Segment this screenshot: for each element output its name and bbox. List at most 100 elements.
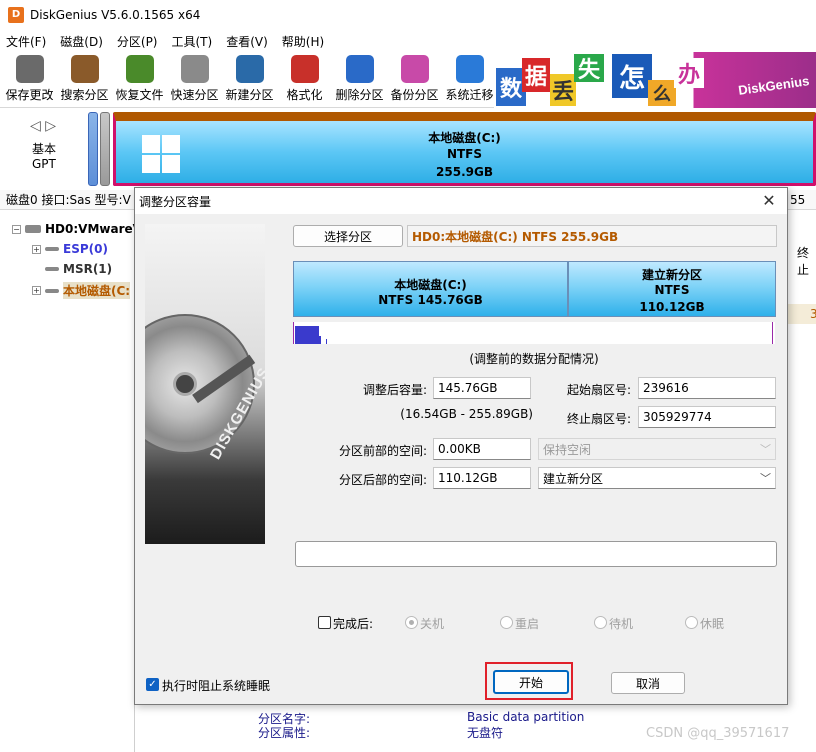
size-input[interactable]: 145.76GB [433,377,531,399]
radio-standby[interactable] [594,616,607,629]
radio-shutdown[interactable] [405,616,418,629]
partition-bar-new[interactable]: 建立新分区 NTFS 110.12GB [568,261,776,317]
selected-partition-path: HD0:本地磁盘(C:) NTFS 255.9GB [407,225,777,247]
space-after-input[interactable]: 110.12GB [433,467,531,489]
backup-icon [400,55,429,83]
disk-nav-arrows-icon[interactable]: ◁ ▷ [30,118,56,134]
distribution-caption: (调整前的数据分配情况) [469,352,599,366]
partition-c-fs: NTFS [446,147,483,161]
select-partition-button[interactable]: 选择分区 [293,225,403,247]
cancel-button[interactable]: 取消 [611,672,685,694]
disk-info-right: 55 [790,192,806,207]
disk-type-label: 基本 [32,142,57,156]
partition-c-size: 255.9GB [436,165,493,179]
format-icon [290,55,319,83]
close-icon[interactable]: ✕ [759,191,779,211]
prevent-sleep-label: 执行时阻止系统睡眠 [162,679,271,693]
selected-row[interactable]: 3 [786,304,816,324]
toolbar-button-3[interactable]: 快速分区 [167,52,222,106]
after-complete-label: 完成后: [333,617,374,631]
menu-view[interactable]: 查看(V) [226,33,268,50]
toolbar-button-label: 系统迁移 [445,88,494,102]
menu-file[interactable]: 文件(F) [6,33,46,50]
menu-help[interactable]: 帮助(H) [282,33,324,50]
tree-item-c[interactable]: + 本地磁盘(C: [32,282,131,299]
start-sector-label: 起始扇区号: [566,383,631,397]
collapse-icon[interactable]: − [12,224,21,234]
tree-item-msr[interactable]: MSR(1) [45,262,112,276]
chevron-down-icon: ﹀ [760,443,771,456]
toolbar-button-4[interactable]: 新建分区 [222,52,277,106]
banner-tile: 据 [522,58,550,92]
disk-info-text: 磁盘0 接口:Sas 型号:V [6,193,131,207]
toolbar-button-2[interactable]: 恢复文件 [112,52,167,106]
tree-item-label: MSR(1) [63,262,113,276]
prevent-sleep-checkbox[interactable]: ✓ [146,678,159,691]
menubar: 文件(F) 磁盘(D) 分区(P) 工具(T) 查看(V) 帮助(H) [0,30,816,52]
tree-disk-node[interactable]: − HD0:VMwareV [12,222,142,236]
size-label: 调整后容量: [362,383,427,397]
menu-tools[interactable]: 工具(T) [172,33,213,50]
column-header-end: 终止 [797,246,810,277]
radio-hibernate[interactable] [685,616,698,629]
banner-tile: 办 [674,58,704,88]
toolbar-button-label: 快速分区 [170,88,219,102]
toolbar-button-label: 新建分区 [225,88,274,102]
toolbar-button-label: 搜索分区 [60,88,109,102]
start-sector-input[interactable]: 239616 [638,377,776,399]
partition-bar-size: 110.12GB [639,300,705,314]
progress-bar [295,541,777,567]
toolbar-button-label: 保存更改 [5,88,54,102]
toolbar-button-7[interactable]: 备份分区 [387,52,442,106]
ad-banner[interactable]: 数 据 丢 失 怎 么 办 DiskGenius [494,52,816,108]
toolbar-button-5[interactable]: 格式化 [277,52,332,106]
radio-restart[interactable] [500,616,513,629]
partition-bar-name: 建立新分区 [641,268,702,282]
after-complete-checkbox[interactable] [318,616,331,629]
toolbar-button-label: 格式化 [286,88,323,102]
diskgenius-logo-icon: D [8,7,24,23]
partition-table-peek: 终止 3 [786,216,816,616]
menu-disk[interactable]: 磁盘(D) [60,33,103,50]
banner-brand: DiskGenius [737,73,811,98]
partition-c-bar[interactable]: 本地磁盘(C:) NTFS 255.9GB [113,112,816,186]
esp-partition-bar[interactable] [88,112,98,186]
recover-box-icon [125,55,154,83]
banner-tile: 怎 [612,54,652,98]
resize-partition-dialog: 调整分区容量 ✕ DISKGENIUS 选择分区 HD0:本地磁盘(C:) NT… [134,187,788,705]
hard-drive-illustration: DISKGENIUS [145,224,265,544]
dialog-titlebar: 调整分区容量 ✕ [135,188,787,214]
tree-disk-label: HD0:VMwareV [45,222,142,236]
detail-value: Basic data partition [467,710,585,724]
toolbar-button-6[interactable]: 删除分区 [332,52,387,106]
watermark: CSDN @qq_39571617 [646,726,790,741]
expand-icon[interactable]: + [32,286,41,295]
end-sector-input[interactable]: 305929774 [638,406,776,428]
end-sector-label: 终止扇区号: [566,412,631,426]
partition-icon [45,288,59,293]
detail-value: 无盘符 [467,726,504,740]
space-before-input[interactable]: 0.00KB [433,438,531,460]
partition-icon [45,247,59,251]
banner-tile: 么 [648,80,676,106]
toolbar-button-1[interactable]: 搜索分区 [57,52,112,106]
dialog-title: 调整分区容量 [139,194,212,209]
toolbar-button-0[interactable]: 保存更改 [2,52,57,106]
toolbar-button-8[interactable]: 系统迁移 [442,52,497,106]
banner-tile: 丢 [550,74,576,106]
toolbar-button-label: 删除分区 [335,88,384,102]
quick-partition-icon [180,55,209,83]
data-distribution-graph [293,322,775,344]
banner-tile: 失 [574,54,604,83]
partition-bar-c[interactable]: 本地磁盘(C:) NTFS 145.76GB [293,261,568,317]
tree-item-esp[interactable]: + ESP(0) [32,242,108,256]
start-button[interactable]: 开始 [493,670,569,694]
msr-partition-bar[interactable] [100,112,110,186]
radio-label: 关机 [420,617,445,631]
toolbar-button-label: 恢复文件 [115,88,164,102]
menu-partition[interactable]: 分区(P) [117,33,158,50]
partition-c-name: 本地磁盘(C:) [428,131,501,145]
space-after-action-select[interactable]: 建立新分区 ﹀ [538,467,776,489]
expand-icon[interactable]: + [32,244,41,254]
cell-value: 3 [810,307,816,321]
